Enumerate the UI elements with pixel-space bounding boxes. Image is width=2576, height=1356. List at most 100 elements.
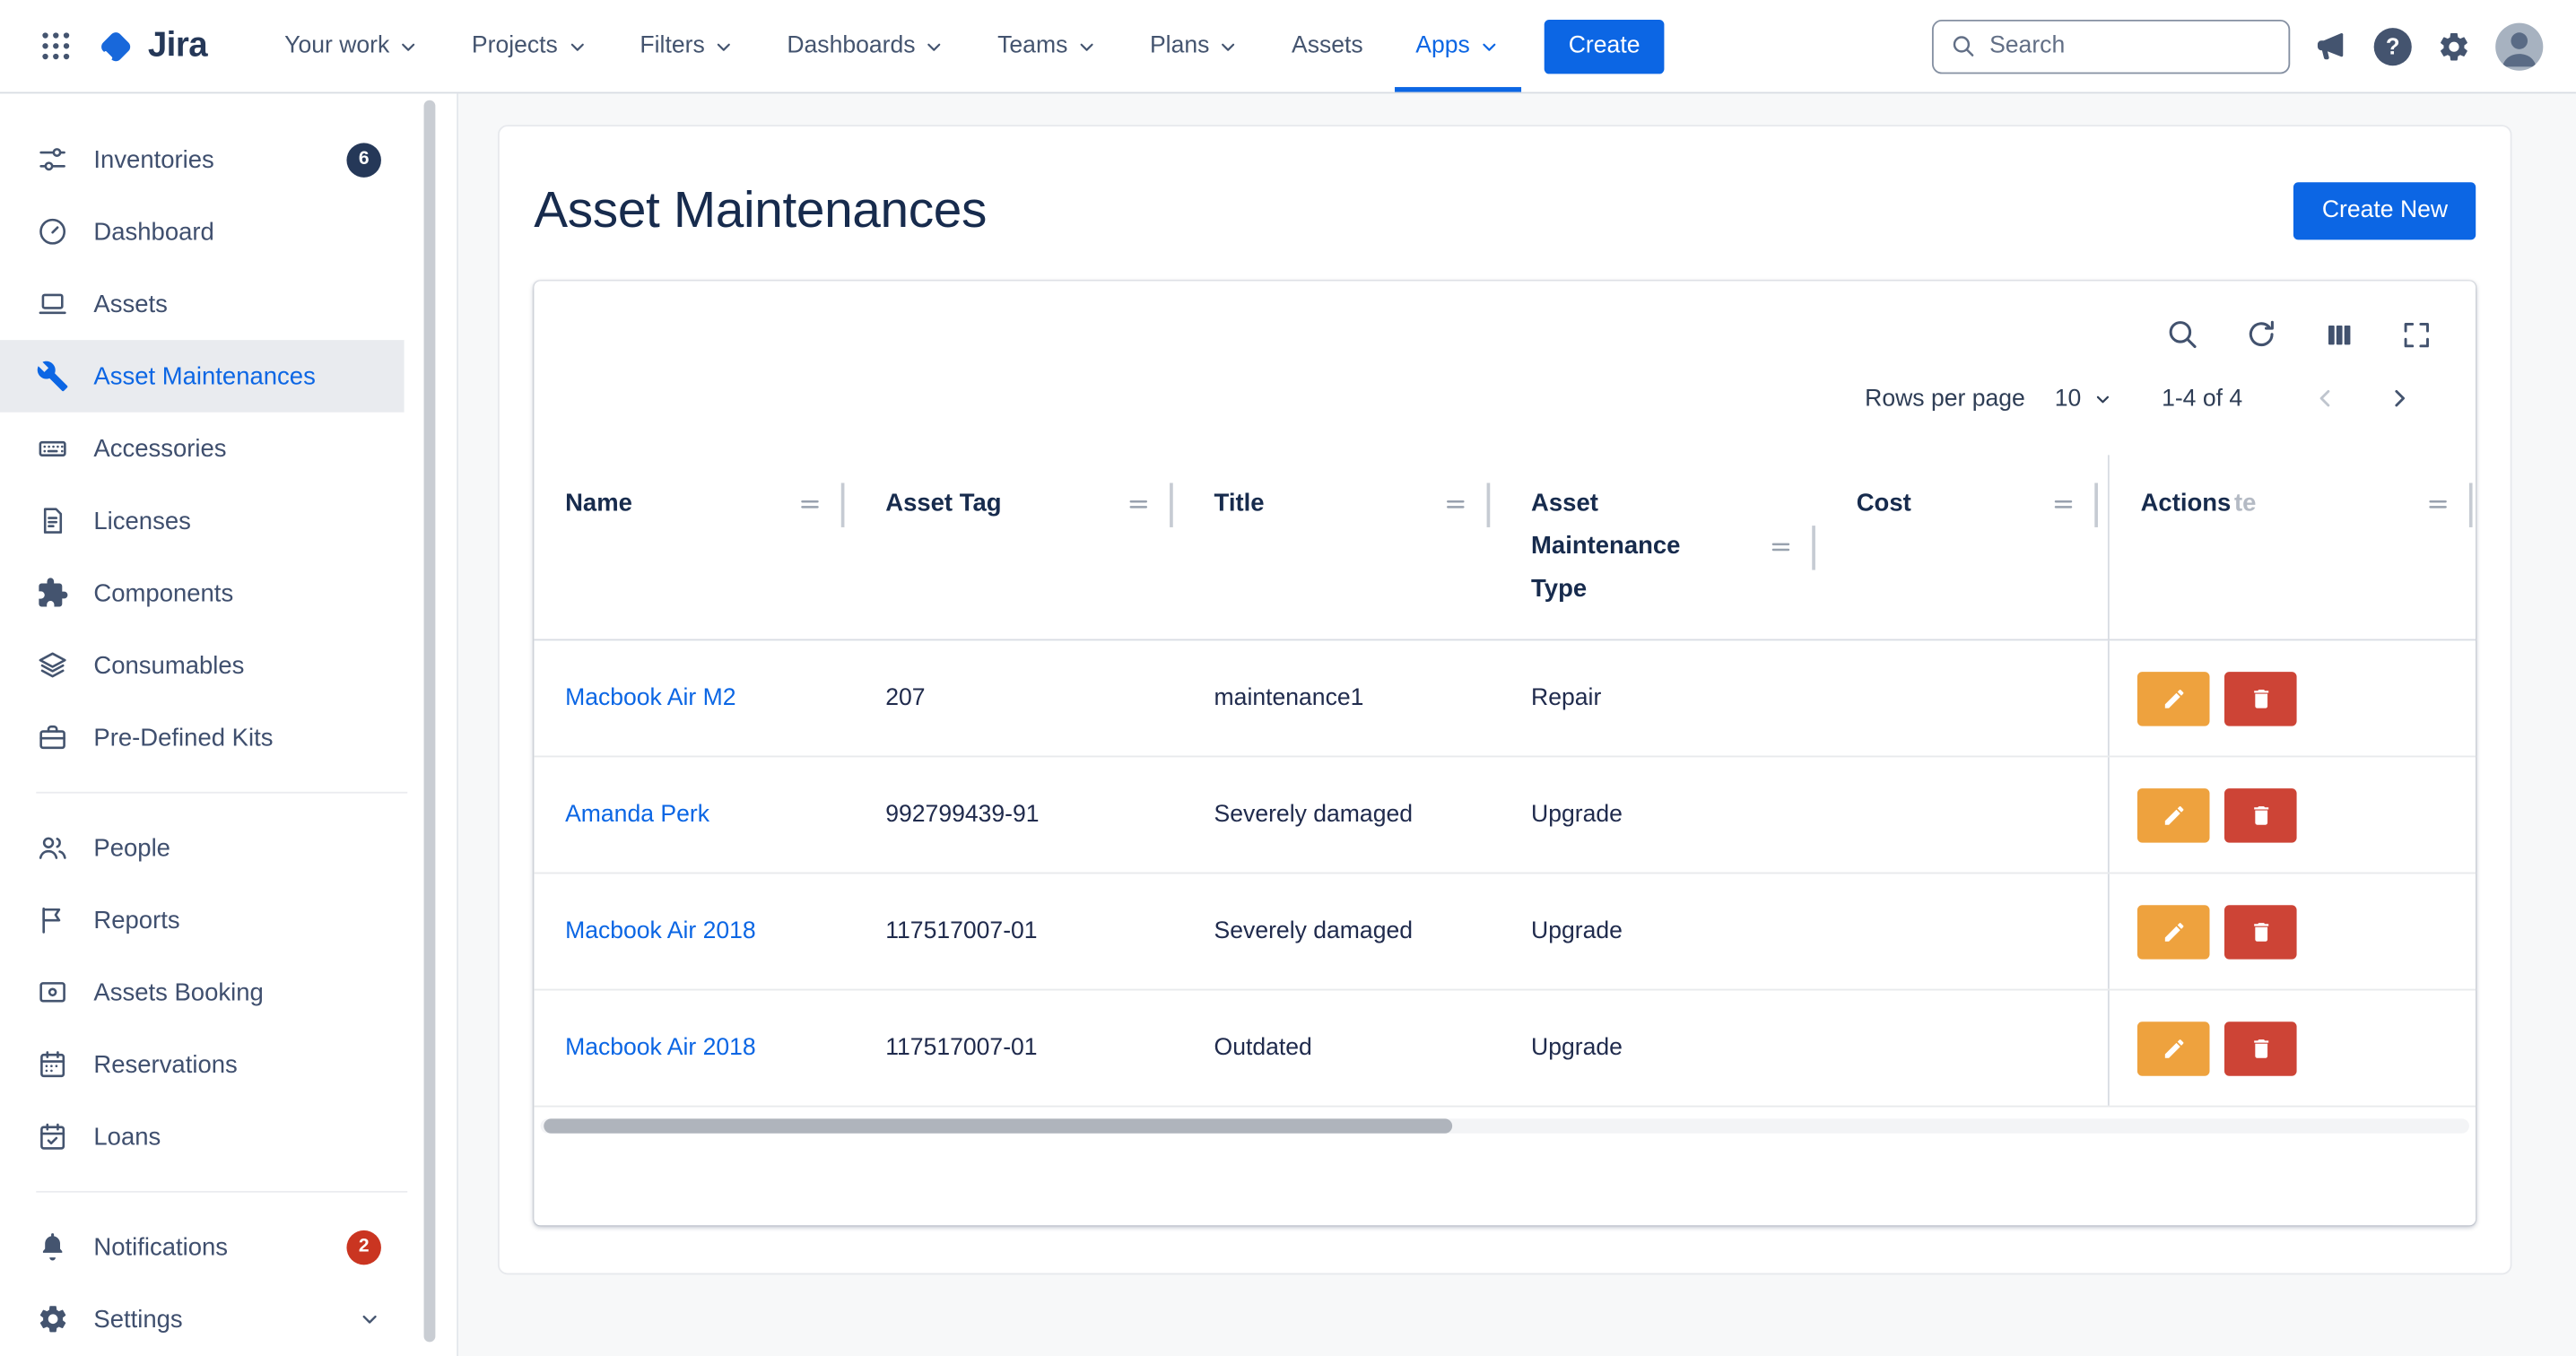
column-drag-handle-icon[interactable] [796,482,822,517]
sidebar-scrollbar[interactable] [424,100,436,1343]
asset-name-link[interactable]: Amanda Perk [565,802,709,828]
column-header-name[interactable]: Name [534,455,854,639]
column-drag-handle-icon[interactable] [1442,482,1468,517]
column-drag-handle-icon[interactable] [1768,526,1794,560]
next-page-icon[interactable] [2363,385,2436,413]
column-header-actions[interactable]: Actions te [2108,455,2483,639]
page-title: Asset Maintenances [534,180,987,239]
chevron-down-icon [1218,35,1240,56]
delete-button[interactable] [2224,787,2297,841]
column-drag-handle-icon[interactable] [2424,482,2450,517]
edit-button[interactable] [2137,671,2210,725]
nav-assets[interactable]: Assets [1270,0,1384,92]
table-search-icon[interactable] [2165,317,2199,351]
rows-per-page-label: Rows per page [1865,386,2025,412]
jira-logo-icon [95,25,136,66]
sidebar-item-notifications[interactable]: Notifications 2 [0,1211,405,1283]
nav-apps[interactable]: Apps [1394,0,1520,92]
sidebar-item-reservations[interactable]: Reservations [0,1029,405,1101]
table-footer-spacer [534,1134,2476,1226]
sidebar-item-dashboard[interactable]: Dashboard [0,196,405,268]
edit-button[interactable] [2137,787,2210,841]
previous-page-icon[interactable] [2288,385,2362,413]
column-header-cost[interactable]: Cost [1825,455,2108,639]
cost-cell [1825,990,2108,1105]
column-drag-handle-icon[interactable] [1126,482,1152,517]
column-header-asset-tag[interactable]: Asset Tag [854,455,1182,639]
nav-filters[interactable]: Filters [619,0,756,92]
maintenance-type-cell: Upgrade [1500,757,1825,872]
nav-your-work[interactable]: Your work [263,0,440,92]
asset-tag-cell: 117517007-01 [854,990,1182,1105]
nav-teams[interactable]: Teams [976,0,1118,92]
license-document-icon [36,504,69,537]
sidebar-item-people[interactable]: People [0,812,405,884]
sidebar-item-licenses[interactable]: Licenses [0,484,405,557]
sidebar-item-inventories[interactable]: Inventories 6 [0,123,405,196]
gear-icon [36,1302,69,1335]
actions-cell [2108,990,2483,1105]
chevron-down-icon [713,35,735,56]
inventories-count-badge: 6 [346,142,380,176]
sidebar-item-loans[interactable]: Loans [0,1100,405,1173]
sidebar-item-assets[interactable]: Assets [0,268,405,341]
column-drag-handle-icon[interactable] [2050,482,2076,517]
sidebar-item-reports[interactable]: Reports [0,883,405,956]
wrench-icon [36,360,69,393]
table-refresh-icon[interactable] [2244,317,2278,351]
create-new-button[interactable]: Create New [2294,181,2476,239]
delete-button[interactable] [2224,904,2297,958]
sidebar-item-components[interactable]: Components [0,557,405,630]
toolbox-icon [36,721,69,754]
pagination-range: 1-4 of 4 [2162,386,2242,412]
table-row: Macbook Air M2 207 maintenance1 Repair [534,640,2476,757]
global-search [1932,19,2290,73]
rows-per-page-select[interactable]: 10 [2055,386,2112,412]
partially-hidden-column-label: te [2234,482,2256,526]
chevron-down-icon [2093,388,2112,408]
asset-maintenances-page: Asset Maintenances Create New [498,125,2512,1274]
jira-logo[interactable]: Jira [95,25,207,66]
horizontal-scrollbar[interactable] [544,1118,1452,1133]
sidebar-divider [36,792,407,794]
column-divider [1812,526,1815,569]
create-button[interactable]: Create [1544,19,1665,73]
sidebar-item-pre-defined-kits[interactable]: Pre-Defined Kits [0,701,405,774]
table-toolbar [534,281,2476,352]
asset-name-link[interactable]: Macbook Air 2018 [565,1035,756,1061]
table-fullscreen-icon[interactable] [2400,317,2433,351]
delete-button[interactable] [2224,671,2297,725]
asset-name-link[interactable]: Macbook Air M2 [565,685,735,711]
table-columns-icon[interactable] [2323,317,2356,351]
primary-nav-menu: Your work Projects Filters Dashboards Te… [263,0,1520,92]
sidebar-item-settings[interactable]: Settings [0,1282,405,1355]
column-header-asset-maintenance-type[interactable]: Asset Maintenance Type [1500,455,1825,639]
user-avatar[interactable] [2495,22,2543,70]
settings-gear-icon[interactable] [2436,29,2470,63]
asset-name-link[interactable]: Macbook Air 2018 [565,918,756,944]
title-cell: Outdated [1183,990,1500,1105]
cost-cell [1825,640,2108,755]
puzzle-icon [36,577,69,610]
table-pagination: Rows per page 10 1-4 of 4 [534,352,2476,455]
gauge-icon [36,215,69,248]
announcements-icon[interactable] [2315,29,2349,63]
calendar-check-icon [36,1120,69,1153]
table-header-row: Name Asset Tag Title [534,455,2476,640]
sidebar-item-accessories[interactable]: Accessories [0,413,405,485]
search-input[interactable] [1989,33,2272,59]
edit-button[interactable] [2137,904,2210,958]
help-icon[interactable]: ? [2374,27,2412,65]
main-content: Asset Maintenances Create New [458,93,2576,1356]
delete-button[interactable] [2224,1021,2297,1074]
nav-dashboards[interactable]: Dashboards [766,0,967,92]
chevron-down-icon [924,35,945,56]
column-header-title[interactable]: Title [1183,455,1500,639]
edit-button[interactable] [2137,1021,2210,1074]
app-switcher-icon[interactable] [30,20,83,73]
sidebar-item-asset-maintenances[interactable]: Asset Maintenances [0,340,405,413]
sidebar-item-consumables[interactable]: Consumables [0,630,405,702]
nav-projects[interactable]: Projects [450,0,609,92]
sidebar-item-assets-booking[interactable]: Assets Booking [0,956,405,1029]
nav-plans[interactable]: Plans [1128,0,1260,92]
